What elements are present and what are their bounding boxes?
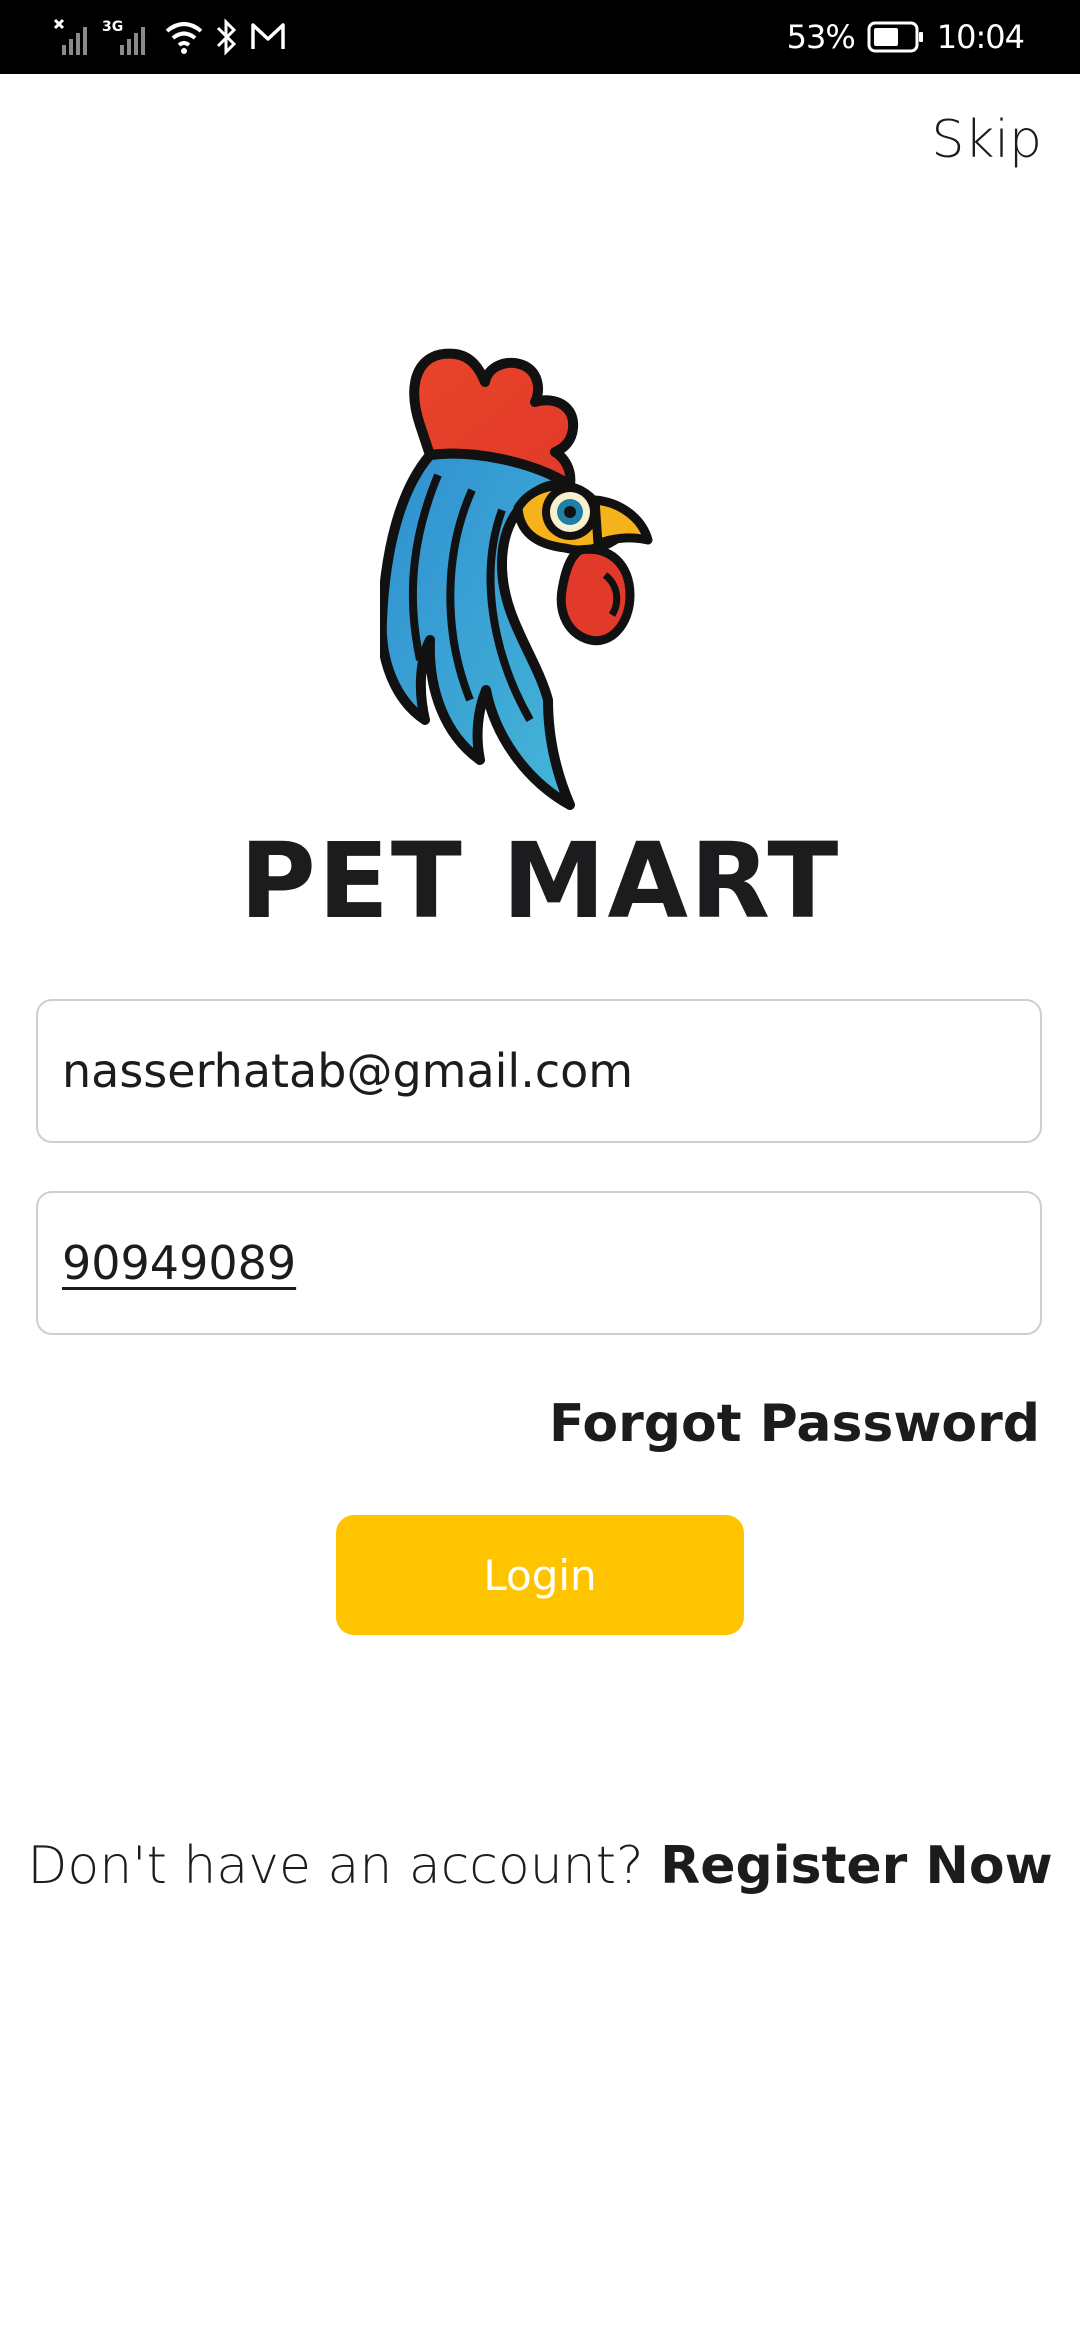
login-button[interactable]: Login bbox=[336, 1515, 744, 1635]
app-name: PET MART bbox=[239, 820, 841, 942]
status-bar: 3G 53% 10:04 bbox=[0, 0, 1080, 74]
network-type-label: 3G bbox=[102, 19, 123, 35]
skip-button[interactable]: Skip bbox=[931, 110, 1042, 170]
rooster-logo bbox=[376, 340, 700, 810]
status-icons-right: 53% 10:04 bbox=[786, 14, 1025, 60]
register-now-link[interactable]: Register Now bbox=[660, 1836, 1052, 1896]
battery-percent: 53% bbox=[786, 18, 856, 56]
signal-no-service-icon bbox=[52, 17, 92, 57]
forgot-password-link[interactable]: Forgot Password bbox=[549, 1394, 1040, 1454]
battery-icon bbox=[867, 20, 925, 54]
status-icons-left: 3G bbox=[52, 14, 286, 60]
email-input[interactable] bbox=[62, 1044, 1040, 1098]
gmail-icon bbox=[250, 17, 286, 57]
bluetooth-icon bbox=[214, 17, 240, 57]
signal-3g-icon: 3G bbox=[102, 17, 154, 57]
register-prompt: Don't have an account? bbox=[27, 1836, 644, 1896]
rooster-logo-graphic bbox=[376, 348, 653, 810]
register-line: Don't have an account? Register Now bbox=[0, 1836, 1080, 1896]
clock: 10:04 bbox=[936, 18, 1025, 56]
password-field[interactable] bbox=[36, 1191, 1042, 1335]
email-field[interactable] bbox=[36, 999, 1042, 1143]
password-input[interactable] bbox=[62, 1236, 1040, 1290]
wifi-icon bbox=[164, 17, 204, 57]
